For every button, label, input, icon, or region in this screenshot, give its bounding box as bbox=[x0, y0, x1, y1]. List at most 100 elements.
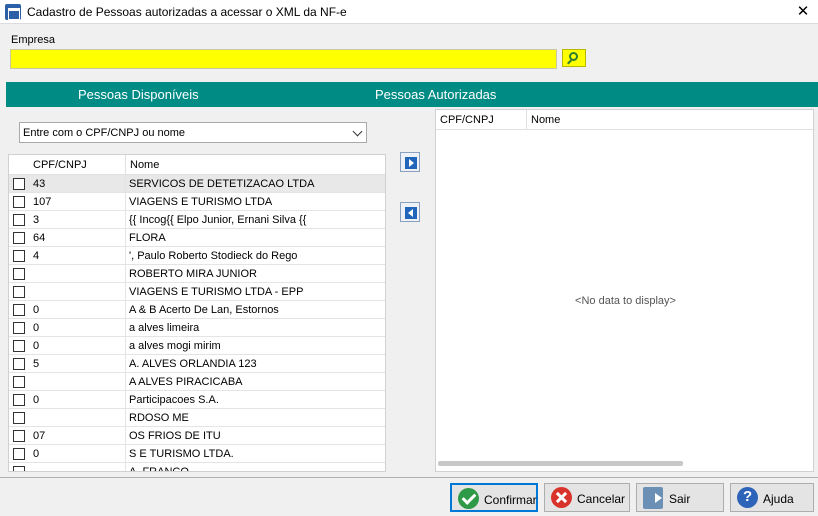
row-checkbox[interactable] bbox=[13, 268, 25, 280]
filter-combo[interactable]: Entre com o CPF/CNPJ ou nome bbox=[19, 122, 367, 143]
row-checkbox[interactable] bbox=[13, 196, 25, 208]
row-nome: OS FRIOS DE ITU bbox=[129, 430, 221, 442]
title-bar: Cadastro de Pessoas autorizadas a acessa… bbox=[0, 0, 818, 24]
row-checkbox[interactable] bbox=[13, 232, 25, 244]
cell-divider bbox=[125, 175, 126, 193]
remove-authorized-button[interactable] bbox=[400, 202, 420, 222]
row-checkbox[interactable] bbox=[13, 304, 25, 316]
cell-divider bbox=[125, 463, 126, 471]
available-grid-header: CPF/CNPJ Nome bbox=[9, 155, 385, 175]
table-row[interactable]: 3 {{ Incog{{ Elpo Junior, Ernani Silva {{ bbox=[9, 211, 385, 229]
row-nome: ROBERTO MIRA JUNIOR bbox=[129, 268, 257, 280]
cell-divider bbox=[125, 265, 126, 283]
sair-button[interactable]: Sair bbox=[636, 483, 724, 512]
table-row[interactable]: 0 S E TURISMO LTDA. bbox=[9, 445, 385, 463]
column-header-cpf[interactable]: CPF/CNPJ bbox=[440, 114, 494, 126]
table-row[interactable]: 43 SERVICOS DE DETETIZACAO LTDA bbox=[9, 175, 385, 193]
row-checkbox[interactable] bbox=[13, 340, 25, 352]
authorized-grid: CPF/CNPJ Nome <No data to display> bbox=[435, 109, 815, 472]
cell-divider bbox=[125, 445, 126, 463]
row-checkbox[interactable] bbox=[13, 376, 25, 388]
row-nome: A. ALVES ORLANDIA 123 bbox=[129, 358, 257, 370]
row-nome: SERVICOS DE DETETIZACAO LTDA bbox=[129, 178, 315, 190]
row-checkbox[interactable] bbox=[13, 430, 25, 442]
row-checkbox[interactable] bbox=[13, 394, 25, 406]
table-row[interactable]: 64 FLORA bbox=[9, 229, 385, 247]
row-nome: A & B Acerto De Lan, Estornos bbox=[129, 304, 279, 316]
column-header-nome[interactable]: Nome bbox=[531, 114, 560, 126]
row-checkbox[interactable] bbox=[13, 412, 25, 424]
cell-divider bbox=[125, 301, 126, 319]
row-checkbox[interactable] bbox=[13, 466, 25, 471]
table-row[interactable]: 07 OS FRIOS DE ITU bbox=[9, 427, 385, 445]
filter-text: Entre com o CPF/CNPJ ou nome bbox=[23, 127, 186, 139]
table-row[interactable]: 0 a alves mogi mirim bbox=[9, 337, 385, 355]
table-row[interactable]: 5 A. ALVES ORLANDIA 123 bbox=[9, 355, 385, 373]
table-row[interactable]: 0 Participacoes S.A. bbox=[9, 391, 385, 409]
ajuda-label: Ajuda bbox=[763, 492, 794, 506]
row-cpf: 0 bbox=[33, 448, 40, 460]
available-grid: CPF/CNPJ Nome 43 SERVICOS DE DETETIZACAO … bbox=[8, 154, 386, 472]
table-row[interactable]: RDOSO ME bbox=[9, 409, 385, 427]
row-nome: {{ Incog{{ Elpo Junior, Ernani Silva {{ bbox=[129, 214, 307, 226]
row-cpf: 0 bbox=[33, 340, 40, 352]
row-checkbox[interactable] bbox=[13, 250, 25, 262]
confirmar-button[interactable]: Confirmar bbox=[450, 483, 538, 512]
table-row[interactable]: 107 VIAGENS E TURISMO LTDA bbox=[9, 193, 385, 211]
available-rows: 43 SERVICOS DE DETETIZACAO LTDA 107 VIAGENS… bbox=[9, 175, 385, 471]
cell-divider bbox=[125, 229, 126, 247]
row-checkbox[interactable] bbox=[13, 448, 25, 460]
cell-divider bbox=[125, 409, 126, 427]
row-cpf: 5 bbox=[33, 358, 40, 370]
app-icon bbox=[5, 4, 21, 20]
arrow-left-icon bbox=[405, 207, 417, 219]
table-row[interactable]: ROBERTO MIRA JUNIOR bbox=[9, 265, 385, 283]
table-row[interactable]: A ALVES PIRACICABA bbox=[9, 373, 385, 391]
column-divider[interactable] bbox=[125, 155, 126, 175]
chevron-down-icon[interactable] bbox=[352, 126, 363, 137]
table-row[interactable]: 4 ', Paulo Roberto Stodieck do Rego bbox=[9, 247, 385, 265]
row-nome: S E TURISMO LTDA. bbox=[129, 448, 234, 460]
row-checkbox[interactable] bbox=[13, 322, 25, 334]
section-header-band: Pessoas Disponíveis Pessoas Autorizadas bbox=[6, 82, 818, 107]
row-cpf: 0 bbox=[33, 304, 40, 316]
search-icon-handle bbox=[567, 59, 572, 65]
cell-divider bbox=[125, 391, 126, 409]
cell-divider bbox=[125, 373, 126, 391]
row-nome: ', Paulo Roberto Stodieck do Rego bbox=[129, 250, 298, 262]
column-header-nome[interactable]: Nome bbox=[130, 159, 159, 171]
available-panel: Entre com o CPF/CNPJ ou nome CPF/CNPJ No… bbox=[6, 107, 386, 474]
column-header-cpf[interactable]: CPF/CNPJ bbox=[33, 159, 87, 171]
row-cpf: 107 bbox=[33, 196, 52, 208]
pessoas-autorizadas-title: Pessoas Autorizadas bbox=[375, 87, 497, 102]
table-row[interactable]: A. FRANCO bbox=[9, 463, 385, 471]
table-row[interactable]: 0 a alves limeira bbox=[9, 319, 385, 337]
cell-divider bbox=[125, 211, 126, 229]
table-row[interactable]: VIAGENS E TURISMO LTDA - EPP bbox=[9, 283, 385, 301]
ajuda-button[interactable]: Ajuda bbox=[730, 483, 814, 512]
table-row[interactable]: 0 A & B Acerto De Lan, Estornos bbox=[9, 301, 385, 319]
cell-divider bbox=[125, 355, 126, 373]
empresa-input[interactable] bbox=[10, 49, 557, 69]
cell-divider bbox=[125, 283, 126, 301]
row-checkbox[interactable] bbox=[13, 214, 25, 226]
cell-divider bbox=[125, 427, 126, 445]
empty-message: <No data to display> bbox=[575, 295, 676, 307]
cancel-icon bbox=[551, 487, 572, 508]
row-checkbox[interactable] bbox=[13, 358, 25, 370]
row-nome: FLORA bbox=[129, 232, 166, 244]
row-checkbox[interactable] bbox=[13, 286, 25, 298]
help-icon bbox=[737, 487, 758, 508]
row-checkbox[interactable] bbox=[13, 178, 25, 190]
close-icon[interactable]: ✕ bbox=[788, 0, 818, 24]
row-nome: Participacoes S.A. bbox=[129, 394, 219, 406]
sair-label: Sair bbox=[669, 492, 691, 506]
column-divider[interactable] bbox=[526, 110, 527, 130]
add-authorized-button[interactable] bbox=[400, 152, 420, 172]
empresa-label: Empresa bbox=[11, 34, 56, 46]
window-title: Cadastro de Pessoas autorizadas a acessa… bbox=[27, 5, 347, 19]
cancelar-button[interactable]: Cancelar bbox=[544, 483, 630, 512]
cell-divider bbox=[125, 247, 126, 265]
empresa-search-button[interactable] bbox=[562, 49, 586, 67]
horizontal-scrollbar[interactable] bbox=[438, 461, 683, 466]
